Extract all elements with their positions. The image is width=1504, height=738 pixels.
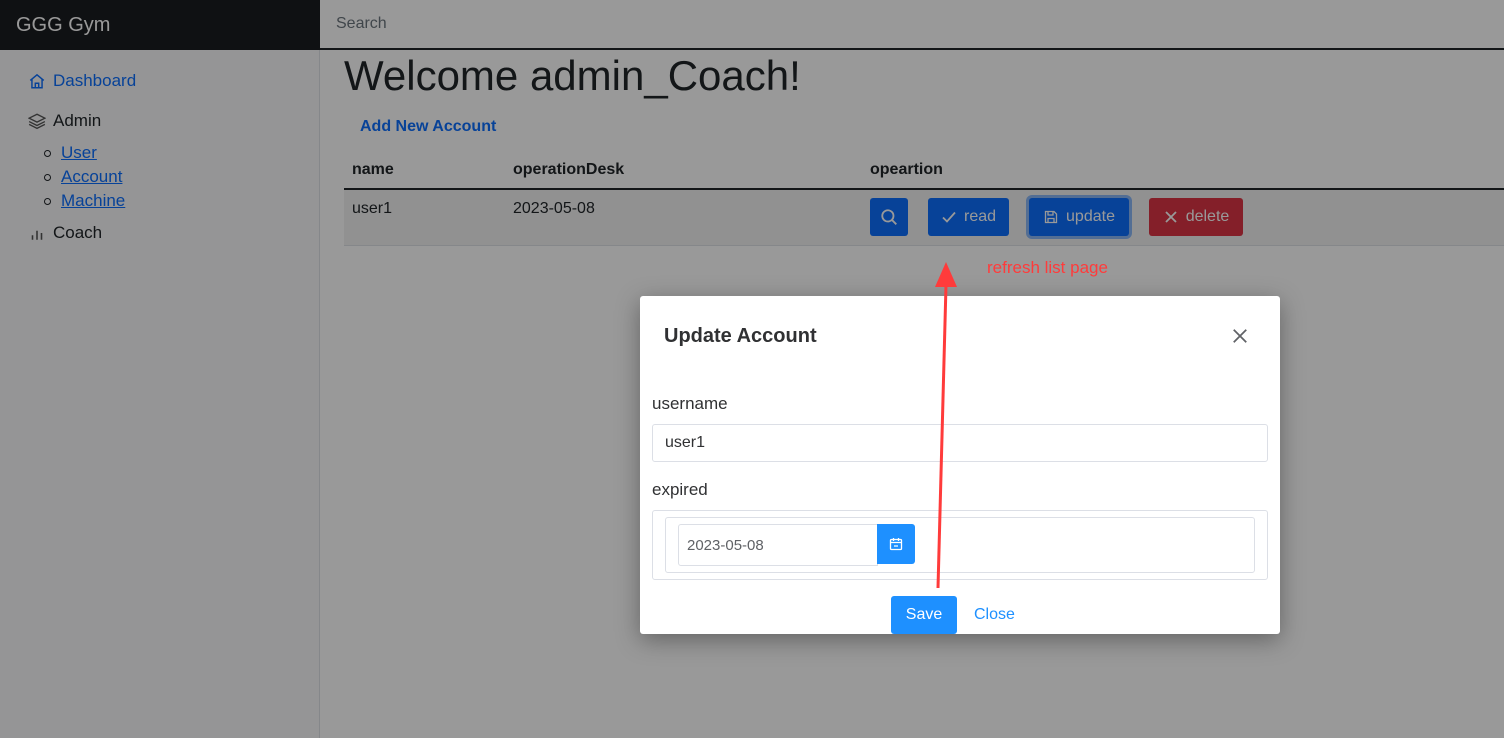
close-icon (1233, 329, 1247, 343)
annotation-text: refresh list page (987, 258, 1108, 277)
expired-date-input[interactable] (678, 524, 878, 566)
calendar-icon (889, 538, 903, 551)
expired-field-container (652, 510, 1268, 580)
save-button[interactable]: Save (891, 596, 957, 634)
date-picker-button[interactable] (877, 524, 915, 564)
close-button[interactable]: Close (974, 606, 1015, 624)
update-account-dialog: Update Account username expired Save Clo… (640, 296, 1280, 634)
dialog-close-button[interactable] (1230, 326, 1250, 346)
expired-label: expired (652, 480, 708, 499)
date-picker-wrapper (665, 517, 1255, 573)
dialog-title: Update Account (664, 325, 817, 347)
username-label: username (652, 394, 728, 413)
username-input[interactable] (652, 424, 1268, 462)
